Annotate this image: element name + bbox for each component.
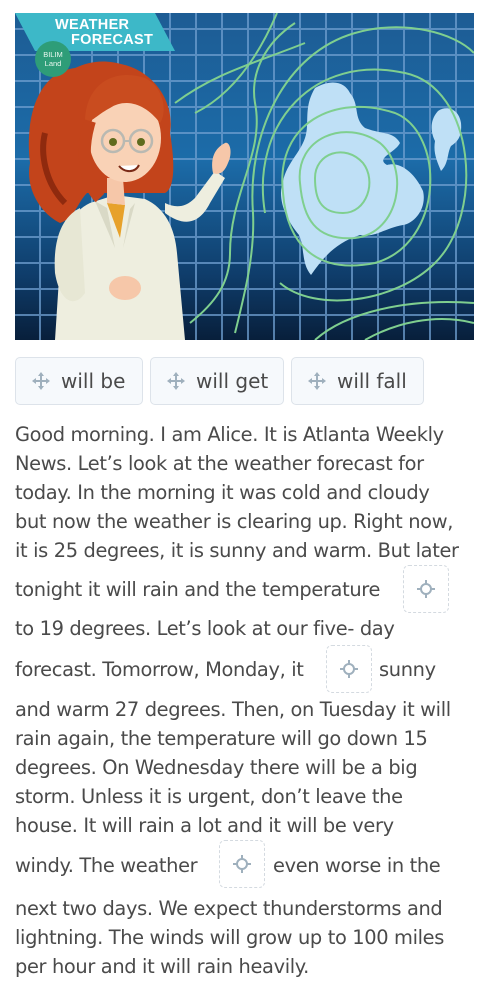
logo-line1: BILIM	[43, 50, 63, 59]
blank-slot-2[interactable]	[326, 645, 372, 693]
passage-line: next two days. We expect thunderstorms a…	[15, 897, 443, 920]
passage-line: News. Let’s look at the weather forecast…	[15, 452, 424, 475]
passage-line: and warm 27 degrees. Then, on Tuesday it…	[15, 698, 451, 721]
passage-line: to 19 degrees. Let’s look at our five- d…	[15, 617, 395, 640]
banner-title: WEATHER FORECAST	[55, 18, 153, 48]
option-will-get[interactable]: will get	[150, 357, 284, 405]
option-label: will fall	[337, 369, 407, 393]
passage-line: sunny	[379, 658, 436, 681]
move-icon	[32, 372, 50, 390]
blank-slot-1[interactable]	[403, 565, 449, 613]
move-icon	[308, 372, 326, 390]
move-icon	[167, 372, 185, 390]
passage-line: degrees. On Wednesday there will be a bi…	[15, 756, 418, 779]
banner-title-line2: FORECAST	[71, 32, 154, 48]
passage-line: house. It will rain a lot and it will be…	[15, 814, 394, 837]
passage-line: but now the weather is clearing up. Righ…	[15, 510, 454, 533]
passage-line: tonight it will rain and the temperature	[15, 578, 381, 601]
drop-target-icon	[340, 660, 358, 678]
passage-line: it is 25 degrees, it is sunny and warm. …	[15, 539, 459, 562]
passage-line: Good morning. I am Alice. It is Atlanta …	[15, 423, 444, 446]
option-will-be[interactable]: will be	[15, 357, 143, 405]
passage-line: rain again, the temperature will go down…	[15, 727, 428, 750]
passage-line: even worse in the	[273, 854, 441, 877]
banner-title-line1: WEATHER	[55, 17, 130, 33]
blank-slot-3[interactable]	[219, 840, 265, 888]
option-will-fall[interactable]: will fall	[291, 357, 424, 405]
passage-line: windy. The weather	[15, 854, 198, 877]
passage-line: lightning. The winds will grow up to 100…	[15, 926, 445, 949]
weather-map-graphic	[15, 13, 474, 340]
option-label: will be	[61, 369, 126, 393]
passage-line: today. In the morning it was cold and cl…	[15, 481, 430, 504]
logo-line2: Land	[44, 59, 62, 68]
weather-forecast-illustration: WEATHER FORECAST BILIM Land	[15, 13, 474, 340]
passage-line: storm. Unless it is urgent, don’t leave …	[15, 785, 403, 808]
option-label: will get	[196, 369, 269, 393]
drop-target-icon	[417, 580, 435, 598]
drop-target-icon	[233, 855, 251, 873]
passage-line: forecast. Tomorrow, Monday, it	[15, 658, 304, 681]
bilim-land-logo: BILIM Land	[35, 41, 71, 77]
passage-line: per hour and it will rain heavily.	[15, 955, 309, 978]
